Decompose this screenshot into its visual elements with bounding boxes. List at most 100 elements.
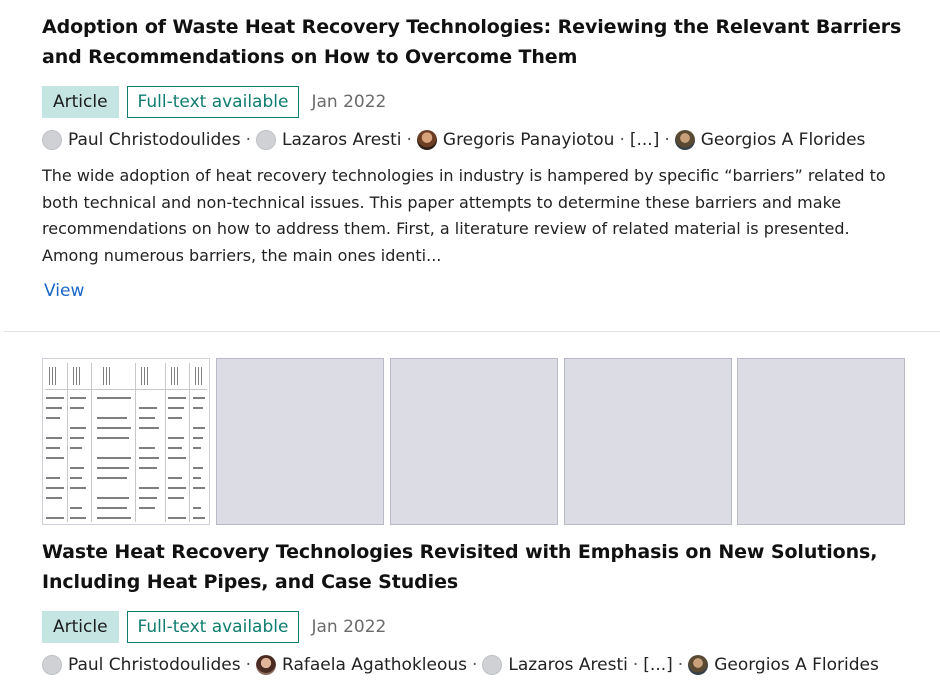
table-preview-cell bbox=[46, 417, 60, 419]
author-separator: · bbox=[245, 130, 252, 150]
table-preview-cell bbox=[97, 507, 127, 509]
table-preview-cell bbox=[70, 397, 86, 399]
figure-thumbnail-placeholder[interactable] bbox=[216, 358, 384, 525]
more-authors-label[interactable]: [...] bbox=[643, 655, 672, 675]
table-preview-header-cell bbox=[73, 367, 74, 385]
table-preview-cell bbox=[168, 517, 186, 519]
author-separator: · bbox=[406, 130, 412, 150]
author-item[interactable]: Rafaela Agathokleous bbox=[256, 655, 467, 675]
table-preview-cell bbox=[97, 477, 127, 479]
author-separator: · bbox=[245, 655, 252, 675]
table-preview-gridline bbox=[91, 363, 92, 522]
avatar-icon bbox=[416, 130, 437, 150]
table-preview-cell bbox=[193, 507, 201, 509]
author-separator: · bbox=[472, 655, 478, 675]
table-preview-cell bbox=[193, 467, 203, 469]
article-type-badge: Article bbox=[42, 611, 119, 643]
table-preview-cell bbox=[70, 467, 84, 469]
table-preview-cell bbox=[193, 517, 205, 519]
author-name[interactable]: Paul Christodoulides bbox=[68, 130, 241, 150]
table-preview-cell bbox=[168, 397, 186, 399]
table-preview-cell bbox=[97, 497, 129, 499]
author-item[interactable]: Georgios A Florides bbox=[674, 130, 866, 150]
table-preview-header-cell bbox=[177, 367, 178, 385]
author-separator: · bbox=[632, 655, 639, 675]
table-preview-cell bbox=[168, 477, 182, 479]
author-item[interactable]: Lazaros Aresti bbox=[482, 655, 628, 675]
table-preview-cell bbox=[70, 427, 86, 429]
author-item[interactable]: Georgios A Florides bbox=[688, 655, 879, 675]
result-title[interactable]: Waste Heat Recovery Technologies Revisit… bbox=[42, 537, 922, 597]
table-preview-cell bbox=[97, 467, 129, 469]
figure-thumbnail-placeholder[interactable] bbox=[737, 358, 905, 525]
table-preview-header-cell bbox=[109, 367, 110, 385]
result-title-link[interactable]: Adoption of Waste Heat Recovery Technolo… bbox=[42, 16, 901, 68]
table-preview-header-cell bbox=[198, 367, 199, 385]
view-link[interactable]: View bbox=[44, 281, 84, 301]
table-preview-cell bbox=[139, 417, 155, 419]
table-preview-cell bbox=[168, 497, 184, 499]
result-badges: Article Full-text available Jan 2022 bbox=[42, 86, 922, 118]
table-preview-cell bbox=[193, 427, 205, 429]
author-name[interactable]: Rafaela Agathokleous bbox=[282, 655, 467, 675]
author-item[interactable]: Paul Christodoulides bbox=[42, 130, 241, 150]
table-preview-cell bbox=[46, 487, 64, 489]
table-preview-cell bbox=[139, 447, 155, 449]
table-preview-cell bbox=[193, 487, 205, 489]
table-preview-cell bbox=[46, 407, 62, 409]
author-separator: · bbox=[677, 655, 684, 675]
table-preview-cell bbox=[46, 517, 64, 519]
table-preview-cell bbox=[139, 497, 157, 499]
result-card: Adoption of Waste Heat Recovery Technolo… bbox=[42, 12, 922, 301]
publication-date: Jan 2022 bbox=[311, 617, 387, 637]
author-separator: · bbox=[664, 130, 670, 150]
table-preview-cell bbox=[193, 407, 203, 409]
result-title[interactable]: Adoption of Waste Heat Recovery Technolo… bbox=[42, 12, 922, 72]
author-separator: · bbox=[619, 130, 625, 150]
avatar-icon bbox=[256, 130, 277, 150]
author-item[interactable]: Lazaros Aresti bbox=[256, 130, 401, 150]
table-preview-header-cell bbox=[52, 367, 53, 385]
table-preview-cell bbox=[168, 437, 184, 439]
table-preview-header-cell bbox=[141, 367, 142, 385]
figure-thumbnail-placeholder[interactable] bbox=[564, 358, 732, 525]
table-preview-cell bbox=[46, 447, 60, 449]
table-preview-cell bbox=[168, 417, 182, 419]
table-preview-cell bbox=[70, 437, 84, 439]
table-preview-cell bbox=[193, 437, 203, 439]
figure-thumbnail-placeholder[interactable] bbox=[390, 358, 558, 525]
table-preview-cell bbox=[139, 467, 157, 469]
author-name[interactable]: Lazaros Aresti bbox=[508, 655, 627, 675]
author-item[interactable]: Paul Christodoulides bbox=[42, 655, 241, 675]
table-preview-cell bbox=[193, 447, 201, 449]
author-name[interactable]: Lazaros Aresti bbox=[282, 130, 401, 150]
author-name[interactable]: Georgios A Florides bbox=[714, 655, 879, 675]
result-title-link[interactable]: Waste Heat Recovery Technologies Revisit… bbox=[42, 541, 877, 593]
table-preview-cell bbox=[46, 477, 60, 479]
author-name[interactable]: Gregoris Panayiotou bbox=[443, 130, 615, 150]
table-preview-header-cell bbox=[174, 367, 175, 385]
table-preview-header-cell bbox=[195, 367, 196, 385]
figure-thumbnail-table[interactable] bbox=[42, 358, 210, 525]
author-item[interactable]: Gregoris Panayiotou bbox=[416, 130, 615, 150]
table-preview-header-rule bbox=[45, 389, 207, 390]
table-preview-cell bbox=[97, 397, 131, 399]
more-authors-label[interactable]: [...] bbox=[630, 130, 659, 150]
author-name[interactable]: Georgios A Florides bbox=[701, 130, 866, 150]
fulltext-available-badge[interactable]: Full-text available bbox=[126, 611, 300, 643]
more-authors-toggle[interactable]: [...] bbox=[630, 130, 659, 150]
more-authors-toggle[interactable]: [...] bbox=[643, 655, 672, 675]
table-preview-header-cell bbox=[76, 367, 77, 385]
avatar-icon bbox=[42, 130, 62, 150]
table-preview-cell bbox=[70, 447, 82, 449]
table-preview-cell bbox=[139, 487, 159, 489]
avatar-icon bbox=[688, 655, 709, 675]
table-preview-cell bbox=[97, 417, 127, 419]
author-name[interactable]: Paul Christodoulides bbox=[68, 655, 241, 675]
fulltext-available-badge[interactable]: Full-text available bbox=[126, 86, 300, 118]
table-preview-cell bbox=[139, 407, 157, 409]
table-preview-header-cell bbox=[144, 367, 145, 385]
table-preview-cell bbox=[46, 457, 64, 459]
table-preview-cell bbox=[193, 477, 201, 479]
result-badges: Article Full-text available Jan 2022 bbox=[42, 611, 922, 643]
